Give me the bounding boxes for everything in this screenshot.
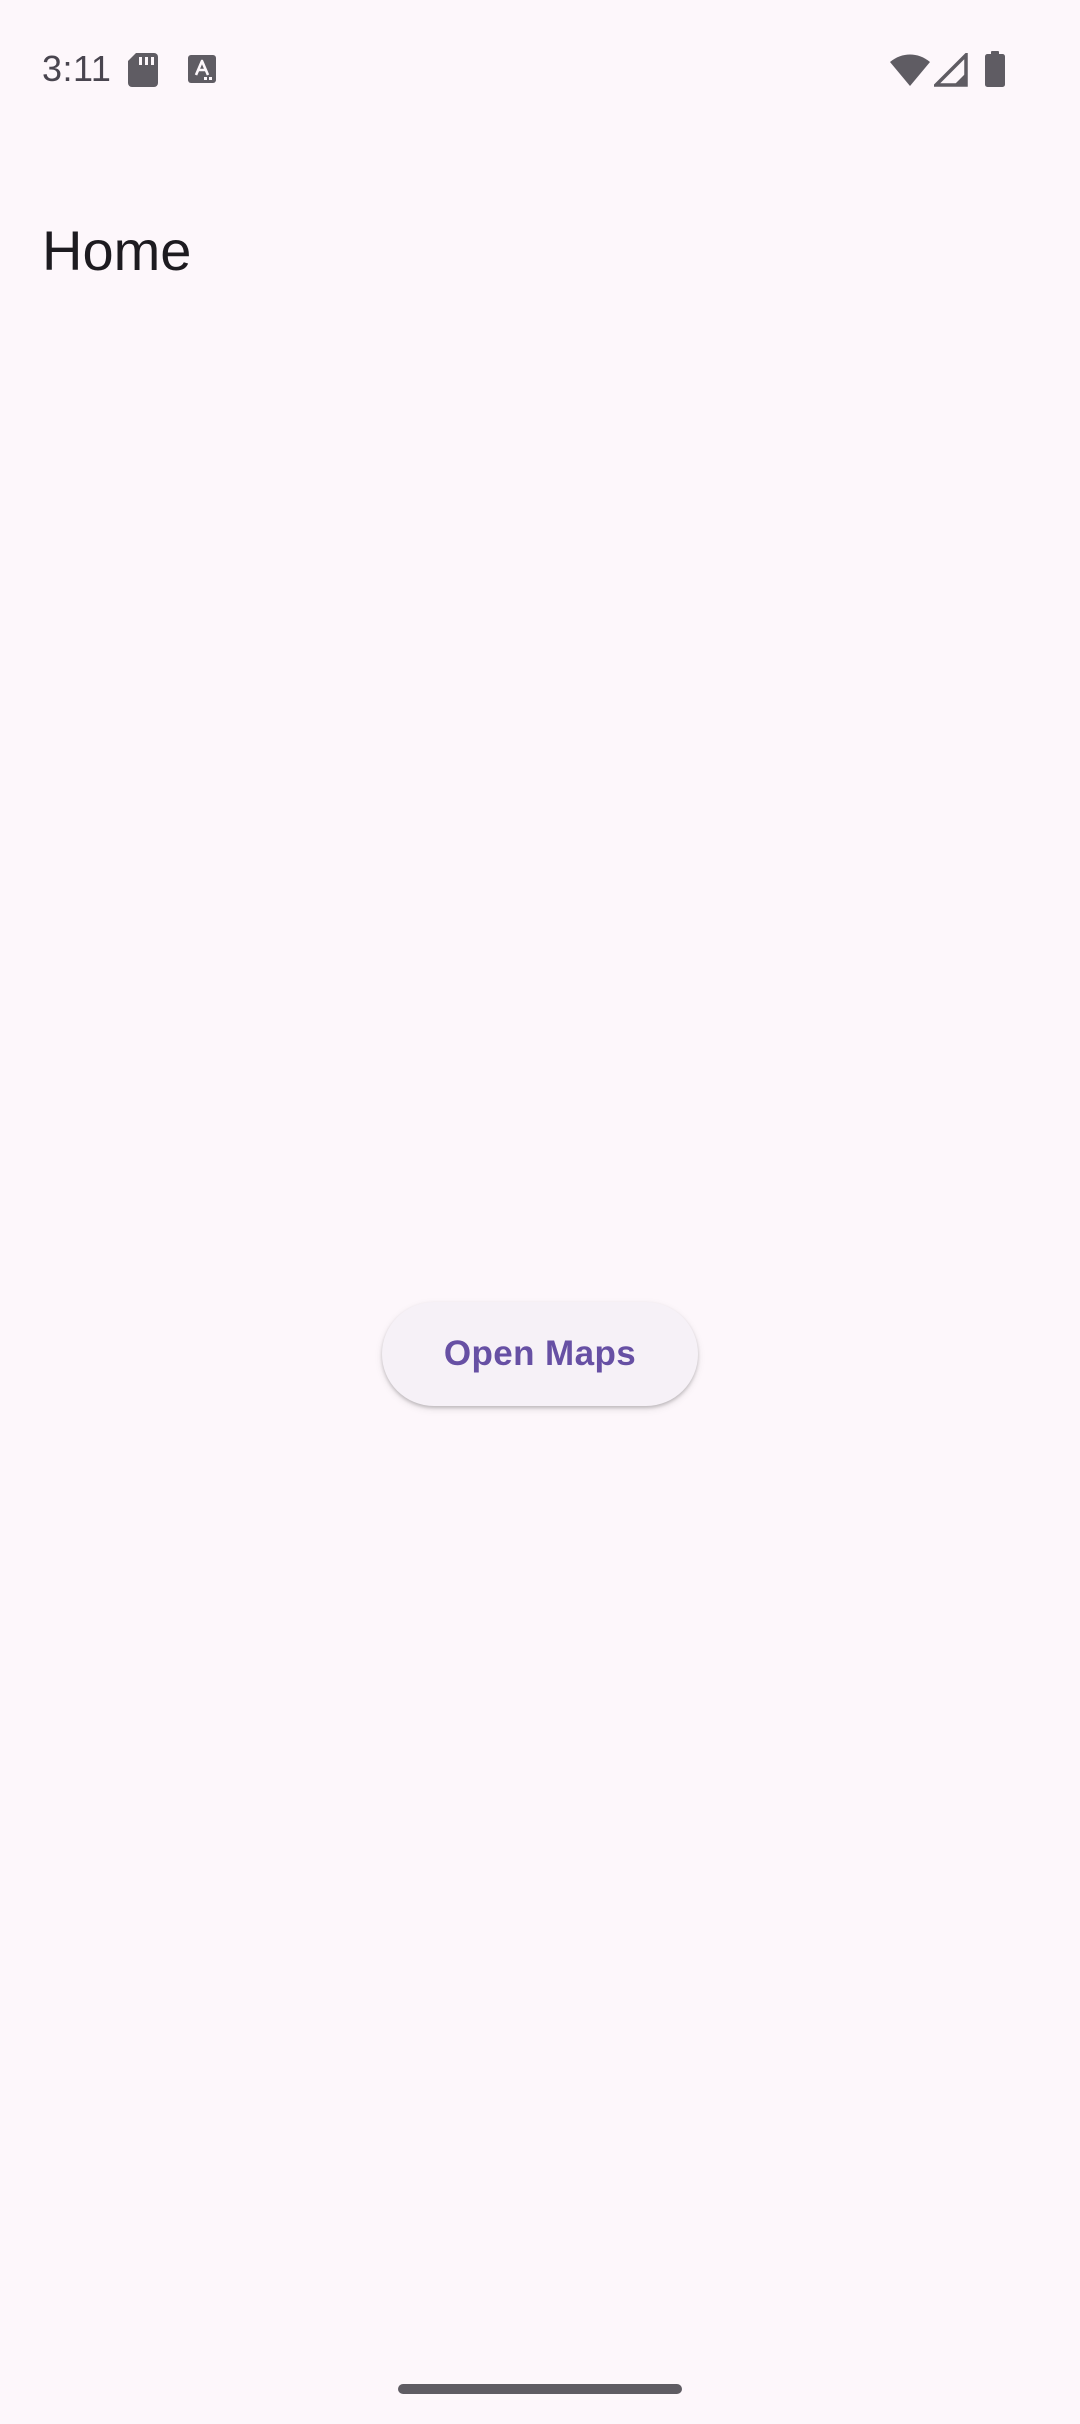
page-title: Home [42, 218, 192, 282]
open-maps-button[interactable]: Open Maps [382, 1302, 698, 1406]
home-indicator[interactable] [398, 2384, 682, 2394]
status-time: 3:11 [42, 48, 112, 89]
app-notification-icon [188, 55, 216, 83]
battery-icon [985, 51, 1005, 87]
wifi-icon [890, 54, 930, 86]
sd-card-icon [128, 53, 158, 87]
status-bar: 3:11 [0, 0, 1080, 140]
open-maps-button-label: Open Maps [443, 1334, 637, 1373]
signal-icon [934, 53, 968, 87]
